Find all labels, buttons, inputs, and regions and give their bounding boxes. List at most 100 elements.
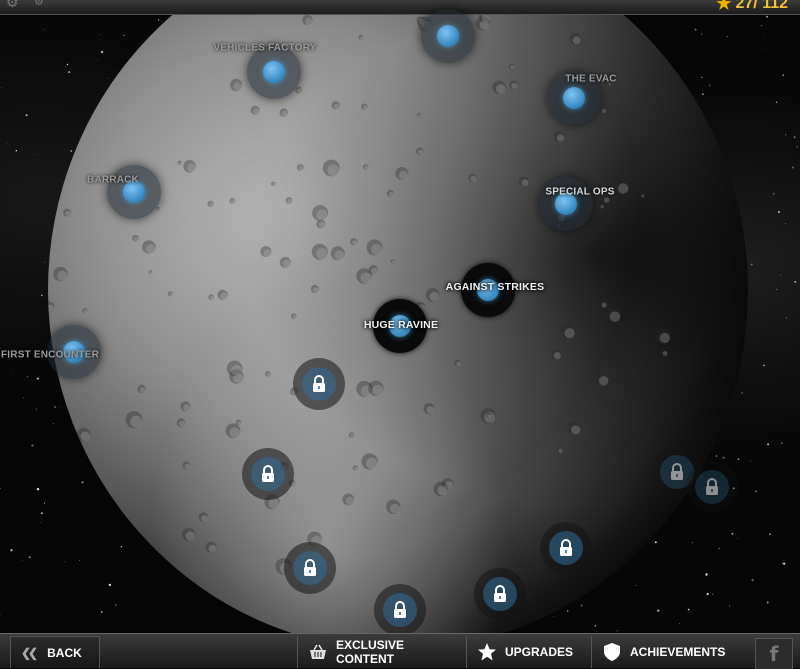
crater bbox=[280, 108, 288, 116]
lock-icon bbox=[492, 585, 508, 603]
locked-mission-node[interactable] bbox=[293, 358, 345, 410]
star-dot bbox=[796, 146, 798, 148]
crater bbox=[271, 182, 276, 187]
star-dot bbox=[40, 522, 41, 523]
crater bbox=[487, 413, 492, 418]
lock-icon bbox=[302, 559, 318, 577]
crater bbox=[208, 294, 214, 300]
mission-node-special-ops[interactable] bbox=[539, 177, 593, 231]
crater bbox=[297, 164, 304, 171]
crater bbox=[53, 267, 68, 282]
crater bbox=[226, 423, 241, 438]
crater bbox=[358, 35, 363, 40]
mission-label-barrack: BARRACK bbox=[87, 175, 139, 186]
star-dot bbox=[44, 262, 45, 263]
star-dot bbox=[31, 444, 33, 446]
crater bbox=[311, 285, 319, 293]
crater bbox=[291, 314, 297, 320]
crater bbox=[149, 270, 153, 274]
locked-mission-node[interactable] bbox=[242, 448, 294, 500]
star-dot bbox=[763, 48, 764, 49]
crater bbox=[561, 324, 576, 339]
crater bbox=[362, 453, 378, 469]
crater bbox=[640, 194, 644, 198]
crater bbox=[168, 291, 173, 296]
bottom-bar: ❮❮ BACK EXCLUSIVE CONTENT UPGRADES ACHIE… bbox=[0, 633, 800, 668]
star-dot bbox=[16, 150, 17, 151]
crater bbox=[180, 401, 190, 411]
star-dot bbox=[22, 560, 23, 561]
star-dot bbox=[44, 29, 45, 30]
locked-mission-node[interactable] bbox=[686, 461, 738, 513]
crater bbox=[387, 190, 394, 197]
star-dot bbox=[750, 461, 751, 462]
achievements-button[interactable]: ACHIEVEMENTS bbox=[591, 636, 741, 668]
star-dot bbox=[0, 488, 1, 489]
star-dot bbox=[792, 166, 794, 168]
stars-counter: ★ 27/ 112 bbox=[716, 0, 788, 14]
mission-label-the-evac: THE EVAC bbox=[565, 74, 616, 85]
star-dot bbox=[10, 549, 12, 551]
star-dot bbox=[794, 281, 796, 283]
star-dot bbox=[786, 317, 787, 318]
crater bbox=[551, 349, 561, 359]
star-dot bbox=[785, 223, 786, 224]
star-dot bbox=[23, 397, 24, 398]
star-dot bbox=[794, 136, 796, 138]
crater bbox=[356, 268, 371, 283]
crater bbox=[199, 512, 209, 522]
crater bbox=[236, 420, 242, 426]
crater bbox=[554, 132, 564, 142]
crater bbox=[600, 301, 607, 308]
crater bbox=[424, 403, 435, 414]
lock-icon bbox=[704, 478, 720, 496]
crater bbox=[595, 372, 609, 386]
crater bbox=[206, 542, 217, 553]
star-dot bbox=[782, 563, 783, 564]
facebook-button[interactable]: f bbox=[755, 638, 793, 669]
crater bbox=[265, 371, 271, 377]
upgrades-button[interactable]: UPGRADES bbox=[466, 636, 590, 668]
crater bbox=[361, 104, 367, 110]
crater bbox=[260, 246, 271, 257]
mission-node-top[interactable] bbox=[421, 9, 475, 63]
lock-badge bbox=[549, 531, 583, 565]
locked-mission-node[interactable] bbox=[284, 542, 336, 594]
exclusive-content-button[interactable]: EXCLUSIVE CONTENT bbox=[297, 636, 465, 668]
star-dot bbox=[37, 378, 39, 380]
crater bbox=[557, 447, 563, 453]
crater bbox=[286, 197, 293, 204]
crater bbox=[77, 428, 91, 442]
crater bbox=[142, 240, 156, 254]
locked-mission-node[interactable] bbox=[540, 522, 592, 574]
crater bbox=[509, 64, 515, 70]
crater bbox=[230, 79, 242, 91]
back-button[interactable]: ❮❮ BACK bbox=[10, 636, 100, 668]
crater bbox=[82, 308, 87, 313]
mission-node-barrack[interactable] bbox=[107, 165, 161, 219]
crater bbox=[178, 161, 182, 165]
mission-label-first-encounter: FIRST ENCOUNTER bbox=[1, 350, 99, 361]
star-dot bbox=[751, 264, 753, 266]
lock-badge bbox=[293, 551, 327, 585]
mission-core bbox=[263, 61, 285, 83]
star-dot bbox=[781, 442, 782, 443]
crater bbox=[492, 81, 505, 94]
star-dot bbox=[763, 365, 765, 367]
star-icon bbox=[477, 642, 497, 662]
lock-icon bbox=[669, 463, 685, 481]
star-dot bbox=[757, 466, 758, 467]
crater bbox=[509, 81, 518, 90]
locked-mission-node[interactable] bbox=[474, 568, 526, 620]
crater bbox=[312, 244, 328, 260]
crater bbox=[386, 500, 400, 514]
crater bbox=[126, 411, 143, 428]
exclusive-content-label: EXCLUSIVE CONTENT bbox=[336, 638, 465, 666]
crater bbox=[183, 160, 196, 173]
crater bbox=[132, 235, 139, 242]
star-dot bbox=[44, 502, 45, 503]
crater bbox=[600, 107, 606, 113]
locked-mission-node[interactable] bbox=[374, 584, 426, 636]
gear-icon[interactable]: ⚙ bbox=[6, 0, 19, 11]
star-dot bbox=[0, 614, 1, 615]
